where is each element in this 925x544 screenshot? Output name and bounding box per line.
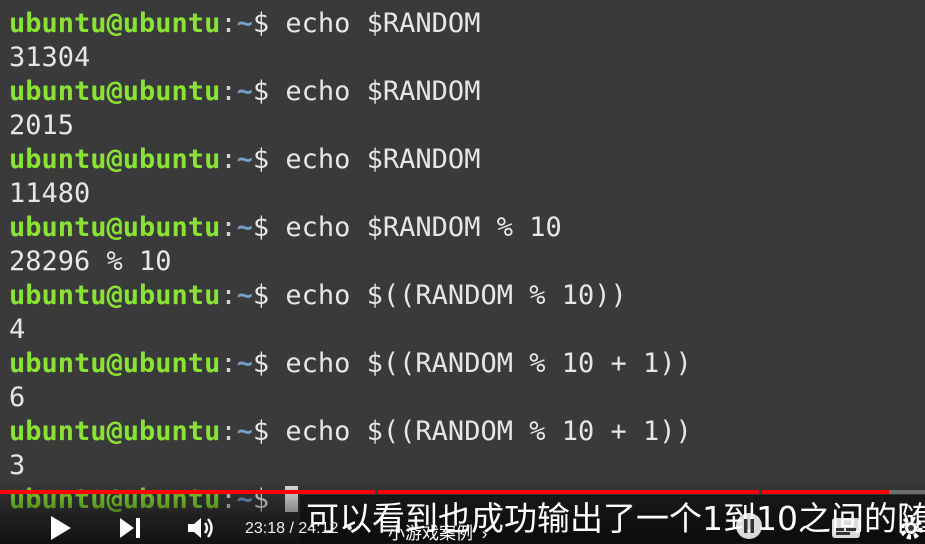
- terminal-command: echo $((RANDOM % 10)): [269, 280, 627, 311]
- terminal-command: echo $RANDOM: [269, 144, 481, 175]
- terminal-output-line: 28296 % 10: [9, 246, 172, 277]
- terminal-output-line: 3: [9, 450, 26, 481]
- terminal-command: echo $RANDOM % 10: [269, 212, 562, 243]
- terminal-command: echo $((RANDOM % 10 + 1)): [269, 348, 692, 379]
- terminal-prompt-line: ubuntu@ubuntu:~$ echo $((RANDOM % 10 + 1…: [9, 415, 692, 449]
- subtitles-icon[interactable]: [830, 516, 862, 540]
- terminal-output-line: 6: [9, 382, 26, 413]
- terminal-prompt-line: ubuntu@ubuntu:~$ echo $RANDOM: [9, 75, 480, 109]
- chapter-marker: [375, 490, 378, 494]
- prompt-separator: :: [220, 280, 237, 311]
- chevron-right-icon: ›: [481, 524, 488, 543]
- prompt-symbol: $: [252, 416, 270, 447]
- prompt-symbol: $: [252, 144, 270, 175]
- prompt-symbol: $: [252, 280, 270, 311]
- prompt-path: ~: [236, 416, 253, 447]
- prompt-separator: :: [220, 144, 237, 175]
- terminal-prompt-line: ubuntu@ubuntu:~$ echo $RANDOM % 10: [9, 211, 562, 245]
- prompt-symbol: $: [252, 212, 270, 243]
- time-display: 23:18 / 24:12 •: [245, 520, 352, 538]
- prompt-user-host: ubuntu@ubuntu: [9, 416, 221, 447]
- progress-bar[interactable]: [0, 490, 925, 494]
- terminal-output-line: 2015: [9, 110, 75, 141]
- prompt-path: ~: [236, 280, 253, 311]
- prompt-user-host: ubuntu@ubuntu: [9, 8, 221, 39]
- terminal-output-line: 4: [9, 314, 26, 345]
- prompt-path: ~: [236, 8, 253, 39]
- video-frame: ubuntu@ubuntu:~$ echo $RANDOM 31304 ubuntu…: [0, 0, 925, 544]
- terminal-output-line: 31304: [9, 42, 91, 73]
- chapter-title: 小游戏案例: [388, 524, 473, 543]
- prompt-path: ~: [236, 212, 253, 243]
- prompt-user-host: ubuntu@ubuntu: [9, 76, 221, 107]
- prompt-path: ~: [236, 348, 253, 379]
- prompt-user-host: ubuntu@ubuntu: [9, 348, 221, 379]
- prompt-separator: :: [220, 416, 237, 447]
- prompt-symbol: $: [252, 76, 270, 107]
- pause-icon[interactable]: [734, 511, 764, 541]
- play-icon[interactable]: [46, 514, 74, 542]
- terminal-command: echo $RANDOM: [269, 76, 481, 107]
- terminal-command: echo $((RANDOM % 10 + 1)): [269, 416, 692, 447]
- prompt-user-host: ubuntu@ubuntu: [9, 280, 221, 311]
- terminal-prompt-line: ubuntu@ubuntu:~$ echo $RANDOM: [9, 143, 480, 177]
- next-icon[interactable]: [116, 514, 144, 542]
- terminal-output-line: 11480: [9, 178, 91, 209]
- progress-played: [0, 490, 889, 494]
- prompt-user-host: ubuntu@ubuntu: [9, 212, 221, 243]
- prompt-symbol: $: [252, 8, 270, 39]
- player-controls: 23:18 / 24:12 • 小游戏案例 ›: [0, 508, 925, 544]
- prompt-symbol: $: [252, 348, 270, 379]
- terminal-command: echo $RANDOM: [269, 8, 481, 39]
- prompt-separator: :: [220, 8, 237, 39]
- chapter-marker: [759, 490, 762, 494]
- chapter-title-button[interactable]: 小游戏案例 ›: [388, 519, 487, 544]
- volume-icon[interactable]: [186, 514, 216, 542]
- prompt-separator: :: [220, 76, 237, 107]
- prompt-path: ~: [236, 144, 253, 175]
- terminal-prompt-line: ubuntu@ubuntu:~$ echo $((RANDOM % 10 + 1…: [9, 347, 692, 381]
- terminal-screen: ubuntu@ubuntu:~$ echo $RANDOM 31304 ubuntu…: [0, 0, 925, 544]
- settings-icon[interactable]: [897, 514, 925, 542]
- time-text: 23:18 / 24:12: [245, 520, 339, 537]
- prompt-separator: :: [220, 212, 237, 243]
- prompt-user-host: ubuntu@ubuntu: [9, 144, 221, 175]
- chapter-separator: •: [346, 520, 353, 537]
- prompt-separator: :: [220, 348, 237, 379]
- prompt-path: ~: [236, 76, 253, 107]
- terminal-prompt-line: ubuntu@ubuntu:~$ echo $RANDOM: [9, 7, 480, 41]
- terminal-prompt-line: ubuntu@ubuntu:~$ echo $((RANDOM % 10)): [9, 279, 627, 313]
